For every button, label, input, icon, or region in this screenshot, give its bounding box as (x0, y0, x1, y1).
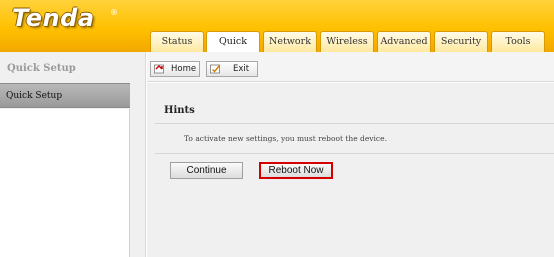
sidebar-title: Quick Setup (7, 63, 76, 74)
sidebar-item-quick-setup[interactable]: Quick Setup (0, 83, 130, 108)
exit-icon (210, 64, 221, 74)
home-button[interactable]: Home (150, 61, 200, 77)
main-content: Hints To activate new settings, you must… (147, 83, 554, 257)
tab-security[interactable]: Security (434, 31, 488, 52)
sidebar: Quick Setup Quick Setup (0, 52, 146, 257)
exit-button-label: Exit (233, 64, 250, 74)
tab-wireless[interactable]: Wireless (320, 31, 374, 52)
tab-tools[interactable]: Tools (491, 31, 545, 52)
tenda-logo: Tenda (12, 4, 95, 32)
continue-button[interactable]: Continue (170, 162, 243, 179)
tab-network[interactable]: Network (263, 31, 317, 52)
divider (155, 153, 554, 154)
home-icon (154, 64, 164, 74)
header-bar: Tenda ® Status Quick Setup Network Wirel… (0, 0, 554, 67)
exit-button[interactable]: Exit (206, 61, 258, 77)
registered-mark: ® (110, 8, 118, 17)
hints-message: To activate new settings, you must reboo… (184, 134, 387, 143)
reboot-now-button[interactable]: Reboot Now (259, 162, 333, 179)
tab-advanced[interactable]: Advanced (377, 31, 431, 52)
toolbar: Home Exit (147, 52, 554, 82)
tab-status[interactable]: Status (150, 31, 204, 52)
hints-title: Hints (164, 105, 195, 116)
home-button-label: Home (171, 64, 197, 74)
tab-quick-setup[interactable]: Quick Setup (206, 31, 260, 67)
sidebar-panel (0, 109, 130, 257)
divider (155, 123, 554, 124)
